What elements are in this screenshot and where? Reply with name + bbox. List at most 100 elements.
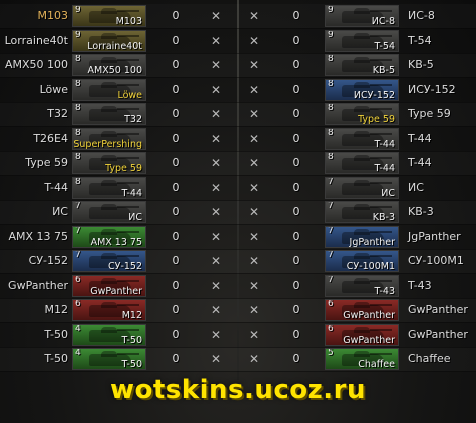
frag-count: 0 [292,58,300,71]
frag-count: 0 [292,229,300,243]
player-name[interactable]: T-54 [408,29,474,53]
player-name[interactable]: ИС [408,176,474,200]
frag-count: 0 [292,9,300,22]
destroyed-x-icon: ✕ [210,254,222,268]
destroyed-x-icon: ✕ [210,229,222,244]
frag-count: 0 [172,229,180,243]
player-name[interactable]: T-50 [0,347,68,371]
player-name[interactable]: T-44 [0,176,68,200]
vehicle-tier: 9 [75,29,81,40]
player-name[interactable]: GwPanther [0,274,68,298]
vehicle-card: 7 KB-3 [325,201,399,223]
tank-gun-icon [117,83,139,86]
player-name[interactable]: ИС [0,200,68,224]
tank-gun-icon [370,353,392,355]
tank-turret-icon [354,32,370,39]
roster-row: AMX50 100 8 AMX50 100 0 ✕ ✕ 0 8 KB-5 KB-5 [0,53,476,78]
player-name[interactable]: T-44 [408,127,474,151]
player-name[interactable]: Type 59 [0,151,68,175]
vehicle-tier: 9 [75,5,81,15]
vehicle-name: Chaffee [358,359,395,370]
vehicle-tier: 6 [328,323,334,334]
vehicle-name: GwPanther [90,285,142,297]
player-name[interactable]: Chaffee [408,347,474,371]
tank-turret-icon [354,106,370,112]
player-name[interactable]: T-44 [408,151,474,175]
tank-turret-icon [354,81,370,88]
player-name[interactable]: ИСУ-152 [408,78,474,102]
tank-gun-icon [117,353,139,355]
vehicle-tier: 8 [75,54,81,64]
vehicle-name: KB-3 [372,212,395,223]
vehicle-tier: 6 [75,274,81,285]
player-name[interactable]: Löwe [0,78,68,102]
vehicle-name: AMX 13 75 [90,236,142,248]
tank-gun-icon [370,255,392,257]
vehicle-name: T32 [124,114,142,125]
frag-count: 0 [292,82,300,96]
vehicle-name: SuperPershing [73,138,142,150]
roster-row: ИС 7 ИС 0 ✕ ✕ 0 7 KB-3 KB-3 [0,200,476,225]
watermark-text: wotskins.ucoz.ru [110,375,366,405]
tank-gun-icon [370,157,392,159]
tank-gun-icon [117,279,139,282]
roster-row: AMX 13 75 7 AMX 13 75 0 ✕ ✕ 0 7 JgPanther JgPanth… [0,225,476,250]
roster-row: Löwe 8 Löwe 0 ✕ ✕ 0 8 ИСУ-152 ИСУ-152 [0,78,476,103]
player-name[interactable]: ИС-8 [408,4,474,28]
player-name[interactable]: Type 59 [408,102,474,126]
tank-gun-icon [370,328,392,331]
vehicle-name: ИС-8 [371,16,395,27]
vehicle-tier: 7 [328,176,334,187]
vehicle-card: 9 Lorraine40t [72,29,146,52]
vehicle-tier: 5 [328,348,334,358]
player-name[interactable]: T-43 [408,274,474,298]
player-name[interactable]: T32 [0,102,68,126]
destroyed-x-icon: ✕ [248,58,260,72]
player-name[interactable]: AMX 13 75 [0,225,68,249]
destroyed-x-icon: ✕ [248,180,260,195]
frag-count: 0 [292,131,300,145]
player-name[interactable]: KB-3 [408,200,474,224]
vehicle-name: T-44 [374,163,395,174]
vehicle-tier: 7 [75,250,81,260]
vehicle-tier: 7 [75,201,81,211]
destroyed-x-icon: ✕ [210,82,222,97]
vehicle-tier: 4 [75,323,81,334]
frag-count: 0 [292,156,300,169]
frag-count: 0 [172,58,180,71]
frag-count: 0 [172,180,180,194]
player-name[interactable]: GwPanther [408,323,474,347]
vehicle-name: KB-5 [372,65,395,76]
vehicle-tier: 7 [328,225,334,236]
destroyed-x-icon: ✕ [210,156,222,170]
tank-gun-icon [370,34,392,37]
player-name[interactable]: JgPanther [408,225,474,249]
vehicle-tier: 8 [75,78,81,89]
player-name[interactable]: T26E4 [0,127,68,151]
player-name[interactable]: M12 [0,298,69,322]
tank-gun-icon [370,108,392,110]
vehicle-name: T-44 [374,138,395,150]
player-name[interactable]: СУ-152 [0,249,68,273]
vehicle-card: 8 SuperPershing [72,127,146,150]
player-name[interactable]: KB-5 [408,53,474,77]
player-name[interactable]: T-50 [0,323,68,347]
vehicle-card: 6 GwPanther [72,274,146,297]
tank-turret-icon [101,81,117,88]
roster-row: T-44 8 T-44 0 ✕ ✕ 0 7 ИС ИС [0,176,476,201]
vehicle-tier: 8 [328,103,334,113]
player-name[interactable]: M103 [0,4,69,28]
frag-count: 0 [292,352,300,365]
destroyed-x-icon: ✕ [210,205,222,219]
destroyed-x-icon: ✕ [248,33,260,48]
frag-count: 0 [172,33,180,47]
frag-count: 0 [172,107,180,120]
player-name[interactable]: GwPanther [408,298,474,322]
player-name[interactable]: СУ-100M1 [408,249,474,273]
destroyed-x-icon: ✕ [248,131,260,146]
destroyed-x-icon: ✕ [210,352,222,366]
player-name[interactable]: AMX50 100 [0,53,68,77]
player-name[interactable]: Lorraine40t [0,29,68,53]
vehicle-name: Type 59 [358,114,395,125]
frag-count: 0 [292,254,300,267]
